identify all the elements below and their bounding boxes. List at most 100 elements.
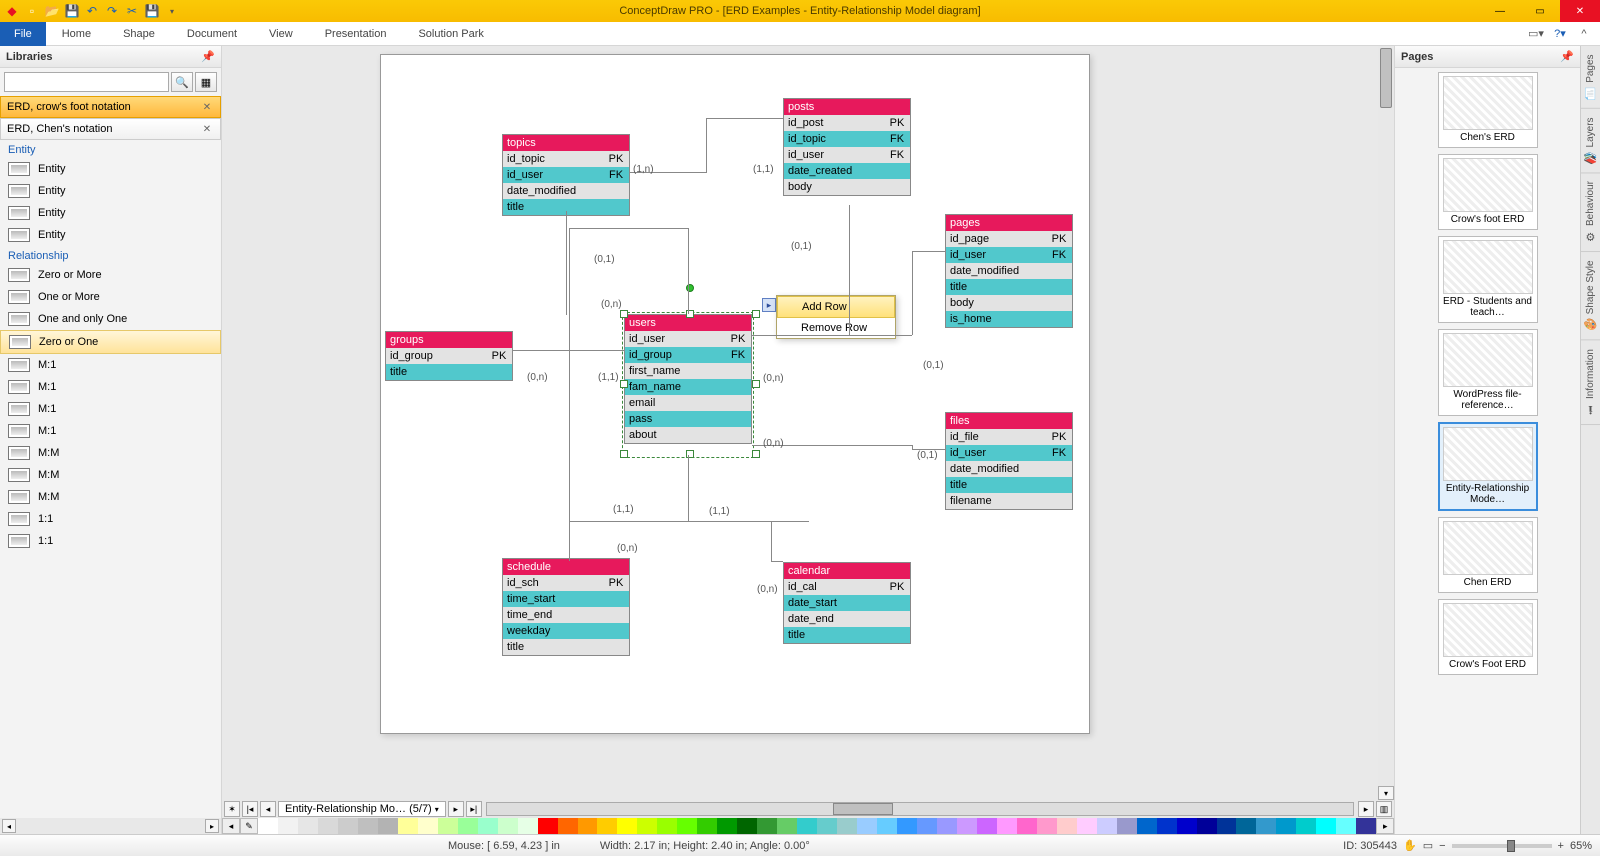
color-swatch[interactable] <box>857 818 877 834</box>
zoom-slider-thumb[interactable] <box>1507 840 1515 852</box>
color-swatch[interactable] <box>657 818 677 834</box>
canvas[interactable]: topicsid_topicPKid_userFKdate_modifiedti… <box>222 46 1394 800</box>
page-thumbnail[interactable]: WordPress file-reference… <box>1438 329 1538 416</box>
color-swatch[interactable] <box>1316 818 1336 834</box>
hand-tool-icon[interactable]: ✋ <box>1403 839 1417 852</box>
scroll-down-icon[interactable]: ▾ <box>1378 786 1394 800</box>
collapse-ribbon-icon[interactable]: ^ <box>1576 26 1592 42</box>
selection-handle[interactable] <box>752 450 760 458</box>
scrollbar-thumb[interactable] <box>1380 48 1392 108</box>
color-swatch[interactable] <box>578 818 598 834</box>
library-search-input[interactable] <box>4 72 169 92</box>
color-swatch[interactable] <box>518 818 538 834</box>
color-swatch[interactable] <box>677 818 697 834</box>
erd-row[interactable]: is_home <box>946 311 1072 327</box>
erd-row[interactable]: title <box>946 279 1072 295</box>
color-swatch[interactable] <box>1197 818 1217 834</box>
zoom-slider[interactable] <box>1452 844 1552 848</box>
erd-row[interactable]: body <box>784 179 910 195</box>
erd-row[interactable]: time_start <box>503 591 629 607</box>
color-swatch[interactable] <box>1177 818 1197 834</box>
erd-row[interactable]: id_groupPK <box>386 348 512 364</box>
color-swatch[interactable] <box>258 818 278 834</box>
erd-table-calendar[interactable]: calendarid_calPKdate_startdate_endtitle <box>783 562 911 644</box>
active-page-tab[interactable]: Entity-Relationship Mo… (5/7) ▾ <box>278 801 446 817</box>
selection-handle[interactable] <box>620 380 628 388</box>
color-swatch[interactable] <box>777 818 797 834</box>
library-item[interactable]: M:1 <box>0 398 221 420</box>
selection-handle[interactable] <box>752 310 760 318</box>
erd-row[interactable]: title <box>784 627 910 643</box>
library-item[interactable]: M:M <box>0 442 221 464</box>
zoom-out-icon[interactable]: − <box>1439 840 1445 852</box>
selection-handle[interactable] <box>620 310 628 318</box>
color-swatch[interactable] <box>1017 818 1037 834</box>
color-scroll-right-icon[interactable]: ▸ <box>1376 818 1394 834</box>
page-thumbnail[interactable]: Entity-Relationship Mode… <box>1438 422 1538 511</box>
color-swatch[interactable] <box>538 818 558 834</box>
pin-icon[interactable]: 📌 <box>1560 50 1574 63</box>
color-swatch[interactable] <box>398 818 418 834</box>
color-swatch[interactable] <box>1276 818 1296 834</box>
tab-view[interactable]: View <box>253 24 309 44</box>
erd-row[interactable]: title <box>946 477 1072 493</box>
v-scrollbar[interactable]: ▾ <box>1378 46 1394 800</box>
redo-icon[interactable]: ↷ <box>104 3 120 19</box>
library-item[interactable]: M:M <box>0 464 221 486</box>
library-item[interactable]: Entity <box>0 202 221 224</box>
erd-row[interactable]: about <box>625 427 751 443</box>
color-swatch[interactable] <box>558 818 578 834</box>
tab-home[interactable]: Home <box>46 24 107 44</box>
erd-row[interactable]: id_userFK <box>503 167 629 183</box>
library-grid-icon[interactable]: ▦ <box>195 72 217 92</box>
color-swatch[interactable] <box>917 818 937 834</box>
close-icon[interactable]: ✕ <box>200 100 214 114</box>
erd-row[interactable]: filename <box>946 493 1072 509</box>
save-all-icon[interactable]: 💾 <box>144 3 160 19</box>
erd-table-files[interactable]: filesid_filePKid_userFKdate_modifiedtitl… <box>945 412 1073 510</box>
color-swatch[interactable] <box>298 818 318 834</box>
h-scrollbar[interactable] <box>486 802 1354 816</box>
erd-row[interactable]: title <box>386 364 512 380</box>
erd-row[interactable]: id_userPK <box>625 331 751 347</box>
color-swatch[interactable] <box>1336 818 1356 834</box>
color-swatch[interactable] <box>1217 818 1237 834</box>
color-swatch[interactable] <box>597 818 617 834</box>
erd-row[interactable]: id_userFK <box>946 445 1072 461</box>
color-swatch[interactable] <box>1236 818 1256 834</box>
eyedropper-icon[interactable]: ✎ <box>240 818 258 834</box>
tab-presentation[interactable]: Presentation <box>309 24 403 44</box>
color-swatch[interactable] <box>338 818 358 834</box>
erd-row[interactable]: date_modified <box>946 461 1072 477</box>
color-swatch[interactable] <box>877 818 897 834</box>
color-swatch[interactable] <box>1137 818 1157 834</box>
selection-handle[interactable] <box>752 380 760 388</box>
erd-table-topics[interactable]: topicsid_topicPKid_userFKdate_modifiedti… <box>502 134 630 216</box>
color-swatch[interactable] <box>637 818 657 834</box>
chevron-down-icon[interactable]: ▾ <box>435 805 439 814</box>
scroll-right-icon[interactable]: ▸ <box>205 819 219 833</box>
help-icon[interactable]: ?▾ <box>1552 26 1568 42</box>
file-tab[interactable]: File <box>0 22 46 46</box>
library-item[interactable]: Entity <box>0 224 221 246</box>
erd-row[interactable]: title <box>503 639 629 655</box>
library-item[interactable]: 1:1 <box>0 508 221 530</box>
tab-solution-park[interactable]: Solution Park <box>402 24 499 44</box>
library-item[interactable]: Entity <box>0 180 221 202</box>
erd-row[interactable]: date_end <box>784 611 910 627</box>
side-tab-information[interactable]: ℹInformation <box>1581 341 1600 425</box>
page-thumbnail[interactable]: Chen ERD <box>1438 517 1538 593</box>
selection-handle[interactable] <box>620 450 628 458</box>
library-item[interactable]: 1:1 <box>0 530 221 552</box>
erd-table-groups[interactable]: groupsid_groupPKtitle <box>385 331 513 381</box>
color-swatch[interactable] <box>937 818 957 834</box>
erd-row[interactable]: pass <box>625 411 751 427</box>
erd-row[interactable]: id_postPK <box>784 115 910 131</box>
scissors-icon[interactable]: ✂ <box>124 3 140 19</box>
erd-table-users[interactable]: usersid_userPKid_groupFKfirst_namefam_na… <box>624 314 752 444</box>
color-swatch[interactable] <box>318 818 338 834</box>
page-thumbnail[interactable]: Crow's foot ERD <box>1438 154 1538 230</box>
library-item[interactable]: One and only One <box>0 308 221 330</box>
close-icon[interactable]: ✕ <box>200 122 214 136</box>
library-category-chen[interactable]: ERD, Chen's notation ✕ <box>0 118 221 140</box>
